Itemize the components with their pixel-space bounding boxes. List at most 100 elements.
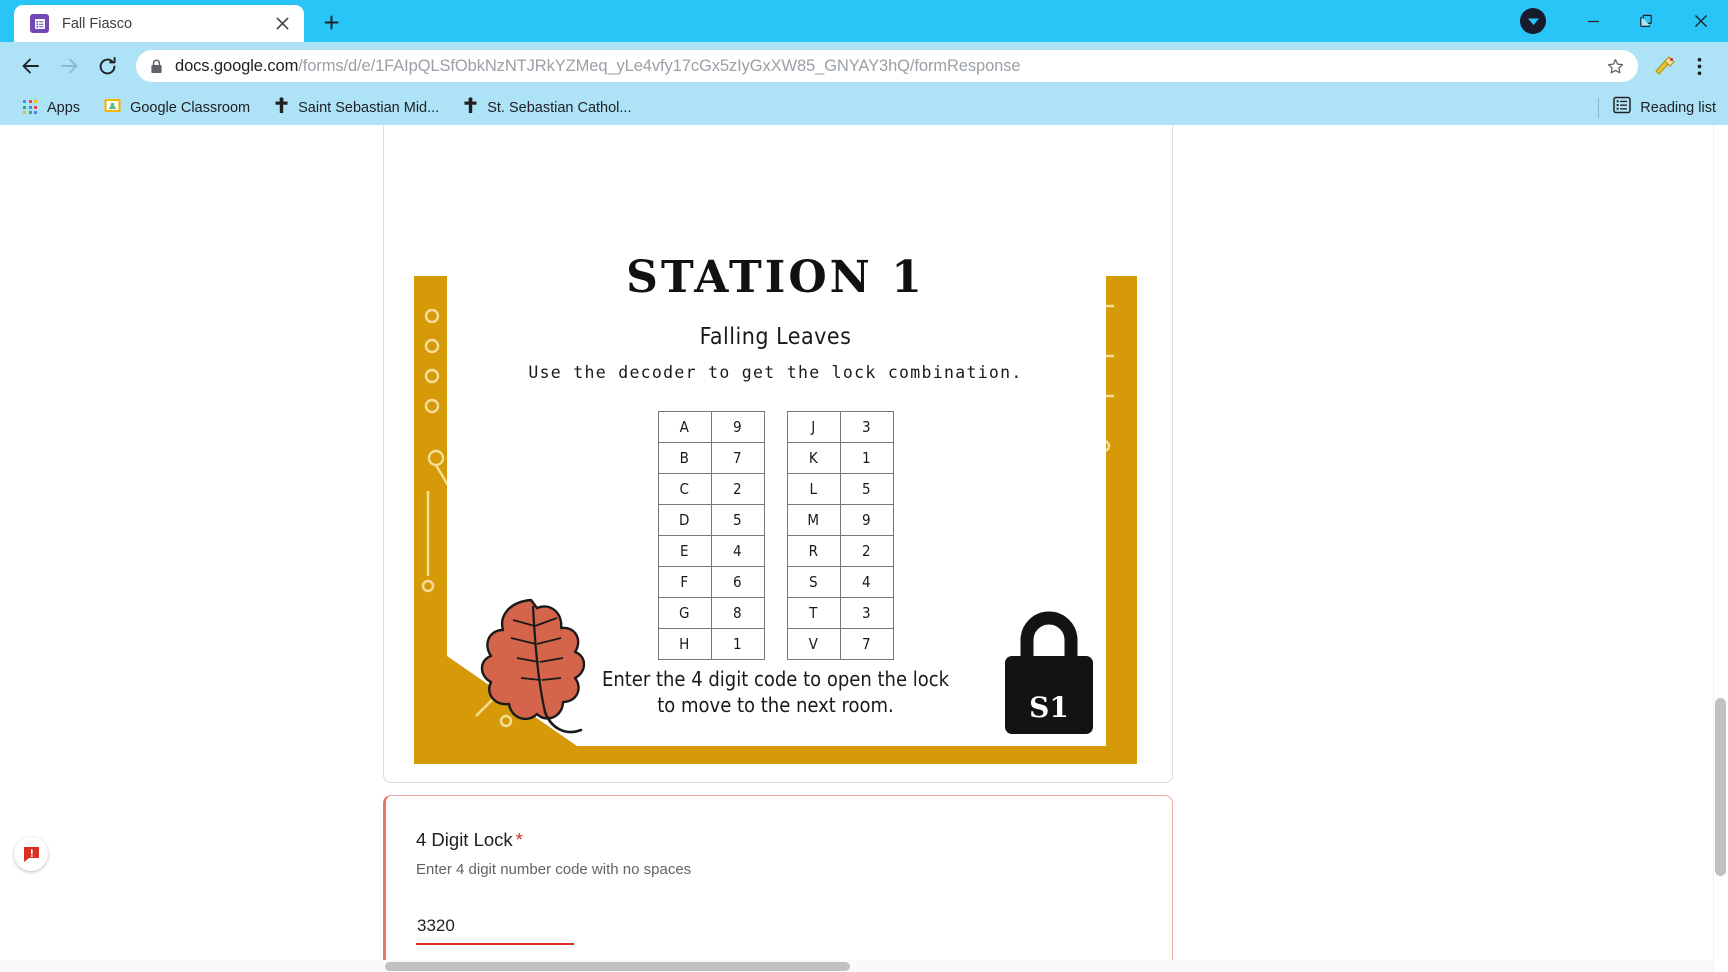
close-window-button[interactable] xyxy=(1674,0,1728,42)
decoder-digit: 1 xyxy=(839,442,894,474)
decoder-row: A9 xyxy=(657,411,765,443)
bookmarks-bar: Apps Google Classroom Saint Sebastian Mi… xyxy=(0,90,1728,125)
decoder-digit: 1 xyxy=(710,628,765,660)
close-tab-icon[interactable] xyxy=(270,12,294,36)
back-arrow-icon[interactable] xyxy=(12,47,50,85)
decoder-letter: E xyxy=(657,535,712,567)
extension-icon[interactable] xyxy=(1648,49,1682,83)
bookmark-star-icon[interactable] xyxy=(1607,58,1624,75)
decoder-digit: 2 xyxy=(710,473,765,505)
decoder-letter: J xyxy=(786,411,841,443)
decoder-table-left: A9B7C2D5E4F6G8H1 xyxy=(657,411,765,660)
decoder-row: C2 xyxy=(657,473,765,505)
puzzle-subtitle: Falling Leaves xyxy=(699,324,852,350)
decoder-letter: L xyxy=(786,473,841,505)
decoder-letter: T xyxy=(786,597,841,629)
bookmark-st-sebastian-catholic[interactable]: St. Sebastian Cathol... xyxy=(454,94,640,122)
reading-list-icon xyxy=(1613,96,1631,119)
decoder-row: S4 xyxy=(786,566,894,598)
classroom-icon xyxy=(104,97,121,119)
decoder-digit: 9 xyxy=(839,504,894,536)
browser-toolbar: docs.google.com/forms/d/e/1FAIpQLSfObkNz… xyxy=(0,42,1728,90)
decoder-digit: 7 xyxy=(839,628,894,660)
reload-icon[interactable] xyxy=(88,47,126,85)
toolbar-divider xyxy=(1598,97,1600,118)
google-forms-icon xyxy=(30,14,49,33)
browser-tab[interactable]: Fall Fiasco xyxy=(14,5,304,42)
address-bar-url: docs.google.com/forms/d/e/1FAIpQLSfObkNz… xyxy=(175,57,1599,76)
decoder-letter: G xyxy=(657,597,712,629)
station-puzzle-image: STATION 1 Falling Leaves Use the decoder… xyxy=(414,125,1137,764)
vertical-scrollbar[interactable] xyxy=(1713,125,1728,972)
decoder-row: B7 xyxy=(657,442,765,474)
decoder-letter: F xyxy=(657,566,712,598)
url-path: /forms/d/e/1FAIpQLSfObkNzNTJRkYZMeq_yLe4… xyxy=(298,56,1021,75)
decoder-letter: A xyxy=(657,411,712,443)
reading-list-label: Reading list xyxy=(1640,99,1716,116)
page-viewport: STATION 1 Falling Leaves Use the decoder… xyxy=(0,125,1728,972)
decoder-left-body: A9B7C2D5E4F6G8H1 xyxy=(657,411,765,660)
decoder-digit: 8 xyxy=(710,597,765,629)
bookmark-label: Google Classroom xyxy=(130,99,251,116)
bookmark-label: Apps xyxy=(47,99,81,116)
decoder-row: F6 xyxy=(657,566,765,598)
send-feedback-button[interactable] xyxy=(14,837,48,871)
bookmark-google-classroom[interactable]: Google Classroom xyxy=(95,94,259,122)
answer-input[interactable] xyxy=(416,916,574,945)
bookmark-label: St. Sebastian Cathol... xyxy=(487,99,632,116)
reading-list-button[interactable]: Reading list xyxy=(1598,96,1716,119)
decoder-letter: D xyxy=(657,504,712,536)
decoder-row: R2 xyxy=(786,535,894,567)
decoder-letter: C xyxy=(657,473,712,505)
decoder-digit: 3 xyxy=(839,597,894,629)
decoder-row: E4 xyxy=(657,535,765,567)
cross-icon xyxy=(274,96,289,119)
decoder-row: D5 xyxy=(657,504,765,536)
padlock-station-label: S1 xyxy=(1029,691,1069,724)
question-title-text: 4 Digit Lock xyxy=(416,829,513,850)
horizontal-scrollbar-thumb[interactable] xyxy=(385,962,850,971)
decoder-digit: 5 xyxy=(710,504,765,536)
decoder-row: J3 xyxy=(786,411,894,443)
decoder-digit: 4 xyxy=(839,566,894,598)
decoder-digit: 7 xyxy=(710,442,765,474)
decoder-digit: 3 xyxy=(839,411,894,443)
new-tab-button[interactable] xyxy=(314,5,348,39)
puzzle-instruction: Use the decoder to get the lock combinat… xyxy=(528,363,1023,382)
puzzle-content: STATION 1 Falling Leaves Use the decoder… xyxy=(414,125,1137,764)
required-asterisk: * xyxy=(515,829,523,850)
bookmark-label: Saint Sebastian Mid... xyxy=(298,99,440,116)
question-help-text: Enter 4 digit number code with no spaces xyxy=(416,861,692,878)
form-question-card: 4 Digit Lock * Enter 4 digit number code … xyxy=(383,795,1173,972)
three-dot-menu-icon[interactable] xyxy=(1682,47,1716,85)
window-controls xyxy=(1520,0,1728,42)
decoder-digit: 2 xyxy=(839,535,894,567)
vertical-scrollbar-thumb[interactable] xyxy=(1715,698,1726,876)
decoder-row: G8 xyxy=(657,597,765,629)
decoder-letter: K xyxy=(786,442,841,474)
station-title: STATION 1 xyxy=(626,252,925,303)
apps-grid-icon xyxy=(23,100,38,115)
horizontal-scrollbar[interactable] xyxy=(0,960,1713,972)
decoder-row: K1 xyxy=(786,442,894,474)
decoder-letter: B xyxy=(657,442,712,474)
decoder-digit: 5 xyxy=(839,473,894,505)
address-bar[interactable]: docs.google.com/forms/d/e/1FAIpQLSfObkNz… xyxy=(136,50,1638,82)
browser-window: Fall Fiasco docs.google.com/forms/d/e/1F… xyxy=(0,0,1728,972)
profile-avatar[interactable] xyxy=(1520,8,1546,34)
bookmark-apps[interactable]: Apps xyxy=(14,94,89,122)
autumn-leaf-illustration xyxy=(480,598,586,734)
bookmark-saint-sebastian-middle[interactable]: Saint Sebastian Mid... xyxy=(265,94,448,122)
cross-icon xyxy=(463,96,478,119)
decoder-row: V7 xyxy=(786,628,894,660)
site-secure-lock-icon xyxy=(150,59,163,74)
feedback-icon xyxy=(23,846,39,862)
browser-titlebar: Fall Fiasco xyxy=(0,0,1728,42)
forward-arrow-icon[interactable] xyxy=(50,47,88,85)
decoder-letter: H xyxy=(657,628,712,660)
maximize-button[interactable] xyxy=(1620,0,1674,42)
decoder-letter: V xyxy=(786,628,841,660)
minimize-button[interactable] xyxy=(1566,0,1620,42)
decoder-row: T3 xyxy=(786,597,894,629)
form-image-card: STATION 1 Falling Leaves Use the decoder… xyxy=(383,125,1173,783)
